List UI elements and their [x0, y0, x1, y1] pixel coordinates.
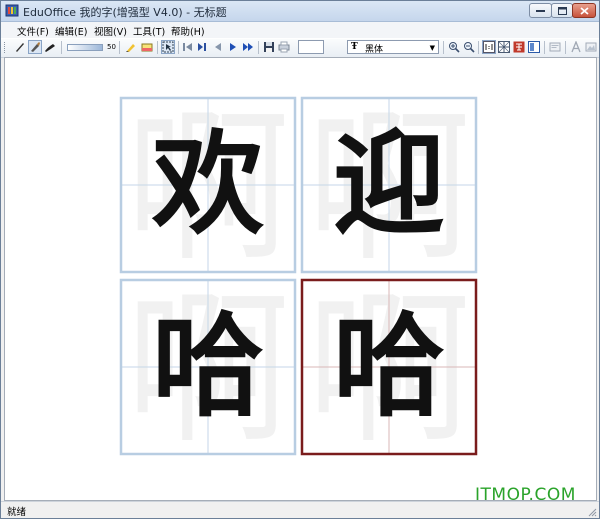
menu-tools[interactable]: 工具(T): [133, 24, 165, 38]
toolbar-separator: [565, 41, 566, 54]
zoom-in-icon: [449, 42, 460, 53]
toolbar: 50 Ŧ 黑体 ▼: [1, 38, 599, 58]
handwritten-character: 迎: [333, 120, 445, 250]
select-icon: [162, 41, 174, 53]
toolbar-separator: [119, 41, 120, 54]
restore-icon: [557, 6, 567, 15]
toolbar-separator: [478, 41, 479, 54]
highlighter-button[interactable]: [124, 40, 138, 54]
resize-grip-icon[interactable]: [587, 507, 597, 517]
pen-button[interactable]: [13, 40, 27, 54]
properties-icon: [549, 42, 561, 52]
letter-a-icon: [571, 41, 581, 53]
font-select[interactable]: Ŧ 黑体 ▼: [347, 40, 439, 55]
handwritten-character: 欢: [151, 120, 264, 250]
maximize-button[interactable]: [551, 3, 573, 18]
eraser-button[interactable]: [140, 40, 154, 54]
save-icon: [264, 42, 274, 52]
first-page-icon: [183, 43, 192, 51]
handwritten-character: 哈: [152, 302, 264, 432]
watermark: ITMOP.COM: [475, 485, 576, 501]
pen-icon: [16, 43, 24, 52]
handwritten-character: 哈: [333, 302, 445, 432]
character-style-button[interactable]: [512, 40, 526, 54]
status-text: 就绪: [7, 507, 27, 518]
grid-cell[interactable]: 啊哈: [119, 274, 297, 466]
eraser-icon: [141, 43, 153, 52]
font-name: 黑体: [365, 45, 384, 55]
triangle-right-icon: [230, 43, 236, 51]
toolbar-separator: [544, 41, 545, 54]
chevron-down-icon: ▼: [429, 44, 435, 52]
menu-bar: 文件(F) 编辑(E) 视图(V) 工具(T) 帮助(H): [1, 22, 599, 38]
image-icon: [585, 42, 597, 52]
actual-size-button[interactable]: [482, 40, 496, 54]
print-button[interactable]: [277, 40, 291, 54]
toolbar-separator: [157, 41, 158, 54]
text-button[interactable]: [569, 40, 583, 54]
stroke-width-slider[interactable]: [67, 44, 103, 51]
step-back-icon: [198, 43, 206, 51]
grid-cell[interactable]: 啊哈: [300, 274, 478, 466]
step-back-button[interactable]: [196, 40, 210, 54]
panel-view-button[interactable]: [527, 40, 541, 54]
practice-grid[interactable]: 啊欢 啊迎啊哈 啊哈: [5, 58, 597, 501]
toolbar-separator: [258, 41, 259, 54]
marker-icon: [45, 44, 55, 52]
print-icon: [278, 41, 290, 53]
grid-cell[interactable]: 啊欢: [119, 92, 297, 284]
close-icon: [579, 6, 589, 15]
menu-file[interactable]: 文件(F): [17, 24, 49, 38]
brush-button[interactable]: [28, 40, 42, 54]
highlighter-icon: [126, 44, 135, 52]
toolbar-separator: [443, 41, 444, 54]
minimize-button[interactable]: [529, 3, 552, 18]
close-button[interactable]: [572, 3, 596, 18]
title-bar[interactable]: EduOffice 我的字(增强型 V4.0) - 无标题: [1, 1, 599, 22]
select-tool-button[interactable]: [161, 40, 175, 54]
truetype-font-icon: Ŧ: [351, 42, 358, 52]
app-window: EduOffice 我的字(增强型 V4.0) - 无标题 文件(F) 编辑(E…: [0, 0, 600, 519]
properties-button[interactable]: [548, 40, 562, 54]
app-logo-icon: [5, 4, 19, 17]
image-button[interactable]: [584, 40, 598, 54]
writing-canvas[interactable]: 啊欢啊迎啊哈啊哈 ITMOP.COM: [4, 57, 597, 501]
zoom-out-icon: [464, 42, 475, 53]
grid-cell[interactable]: 啊迎: [300, 92, 478, 284]
previous-button[interactable]: [211, 40, 225, 54]
last-page-button[interactable]: [241, 40, 255, 54]
stroke-width-value: 50: [107, 43, 116, 51]
grid-style-button[interactable]: [497, 40, 511, 54]
window-title: EduOffice 我的字(增强型 V4.0) - 无标题: [23, 6, 227, 19]
toolbar-separator: [61, 41, 62, 54]
actual-size-icon: [483, 41, 495, 53]
character-stamp-icon: [513, 41, 525, 53]
last-page-icon: [243, 43, 253, 51]
brush-icon: [31, 42, 40, 52]
field-grid-icon: [498, 41, 510, 53]
menu-edit[interactable]: 编辑(E): [55, 24, 87, 38]
zoom-in-button[interactable]: [447, 40, 461, 54]
first-page-button[interactable]: [181, 40, 195, 54]
save-button[interactable]: [262, 40, 276, 54]
toolbar-separator: [178, 41, 179, 54]
page-number-input[interactable]: [298, 40, 324, 54]
minimize-icon: [536, 9, 545, 12]
status-bar: 就绪: [1, 501, 599, 518]
next-button[interactable]: [226, 40, 240, 54]
marker-button[interactable]: [43, 40, 57, 54]
zoom-out-button[interactable]: [462, 40, 476, 54]
menu-help[interactable]: 帮助(H): [171, 24, 205, 38]
panel-icon: [528, 41, 540, 53]
menu-view[interactable]: 视图(V): [94, 24, 127, 38]
triangle-left-icon: [215, 43, 221, 51]
toolbar-grip[interactable]: [4, 42, 8, 53]
